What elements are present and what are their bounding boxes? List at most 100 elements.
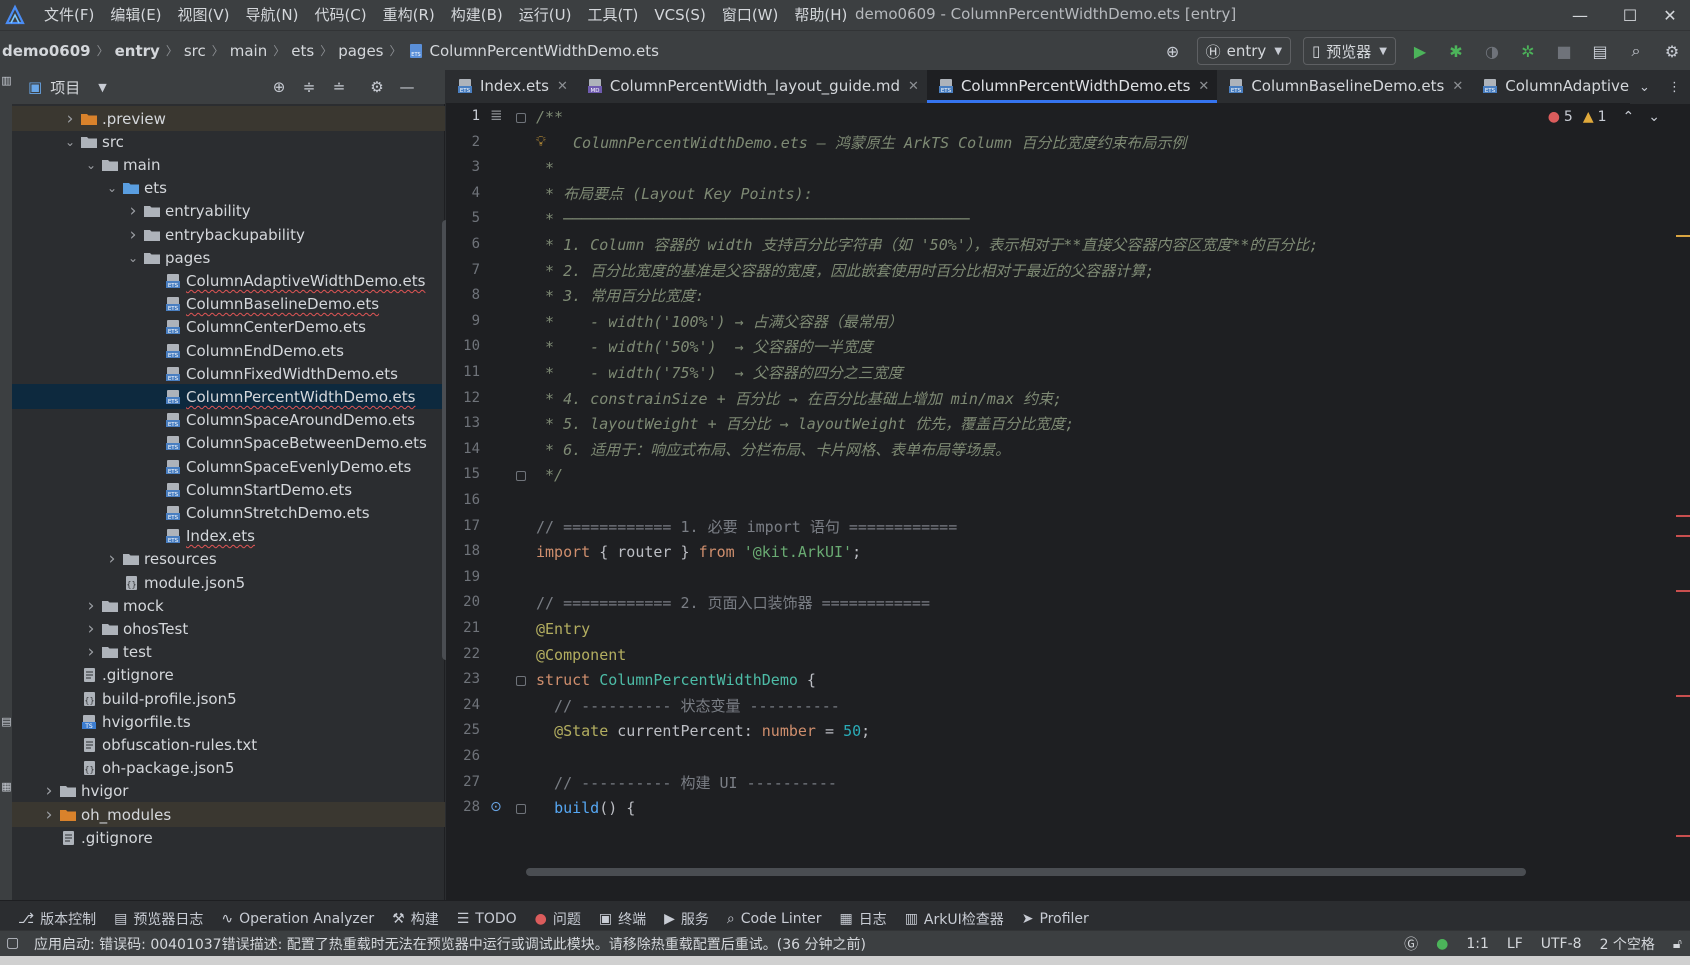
tree-item[interactable]: ETS ColumnSpaceBetweenDemo.ets [12, 431, 445, 456]
editor-horizontal-scrollbar[interactable] [526, 868, 1526, 876]
breadcrumb-ets[interactable]: ets [291, 42, 314, 60]
menu-item[interactable]: 构建(B) [443, 0, 511, 30]
close-tab-icon[interactable]: ✕ [1198, 79, 1209, 94]
tool-window-button[interactable]: ⎇ 版本控制 [18, 909, 96, 929]
tree-item[interactable]: ⌄ ets [12, 176, 445, 201]
run-icon[interactable]: ▶ [1408, 39, 1432, 63]
tree-item[interactable]: {} oh-package.json5 [12, 756, 445, 781]
caret-position[interactable]: 1:1 [1466, 936, 1489, 952]
chevron-right-icon[interactable]: › [83, 596, 99, 616]
debug-icon[interactable]: ✱ [1444, 39, 1468, 63]
editor-tab[interactable]: ETS Index.ets ✕ [446, 70, 576, 103]
menu-item[interactable]: 编辑(E) [102, 0, 169, 30]
tool-window-button[interactable]: ▤ 预览器日志 [114, 909, 203, 929]
tree-item[interactable]: ETS ColumnStretchDemo.ets [12, 500, 445, 525]
tree-item[interactable]: › ohosTest [12, 616, 445, 641]
chevron-down-icon[interactable]: ⌄ [104, 181, 120, 195]
tool-window-button[interactable]: ▦ 日志 [839, 909, 886, 929]
tree-item[interactable]: ⌄ src [12, 129, 445, 154]
device-selector[interactable]: ▯ 预览器 ▼ [1303, 37, 1396, 65]
menu-item[interactable]: 导航(N) [238, 0, 307, 30]
tool-window-button[interactable]: ▥ ArkUI检查器 [905, 909, 1004, 929]
tool-window-button[interactable]: ⚒ 构建 [392, 909, 439, 929]
tree-item[interactable]: TS hvigorfile.ts [12, 709, 445, 734]
breadcrumb-main[interactable]: main [230, 42, 267, 60]
chevron-down-icon[interactable]: ⌄ [125, 251, 141, 265]
tree-item[interactable]: {} build-profile.json5 [12, 686, 445, 711]
tree-item[interactable]: {} module.json5 [12, 570, 445, 595]
expand-all-icon[interactable]: ≑ [298, 76, 320, 98]
tree-item[interactable]: › hvigor [12, 779, 445, 804]
editor-tab[interactable]: ETS ColumnBaselineDemo.ets ✕ [1217, 70, 1471, 103]
tree-item[interactable]: ETS ColumnSpaceAroundDemo.ets [12, 408, 445, 433]
tool-window-button[interactable]: ➤ Profiler [1022, 911, 1089, 927]
menu-item[interactable]: 窗口(W) [714, 0, 787, 30]
ai-assistant-icon[interactable]: Ⓖ [1404, 934, 1418, 954]
close-tab-icon[interactable]: ✕ [1452, 79, 1463, 94]
chevron-down-icon[interactable]: ▼ [98, 81, 106, 94]
chevron-right-icon[interactable]: › [41, 805, 57, 825]
tool-window-button[interactable]: ▶ 服务 [664, 909, 709, 929]
status-message[interactable]: 应用启动: 错误码: 00401037错误描述: 配置了热重载时无法在预览器中运… [34, 934, 866, 954]
attach-debugger-icon[interactable]: ✲ [1516, 39, 1540, 63]
editor-tab[interactable]: ETS ColumnPercentWidthDemo.ets ✕ [926, 70, 1218, 103]
tree-item[interactable]: ETS Index.ets [12, 524, 445, 549]
fold-marker-icon[interactable] [516, 804, 526, 815]
status-panel-icon[interactable]: ▢ [6, 935, 19, 951]
breadcrumb-pages[interactable]: pages [338, 42, 383, 60]
hide-panel-icon[interactable]: — [396, 76, 418, 98]
chevron-right-icon[interactable]: › [83, 619, 99, 639]
tree-item[interactable]: › entrybackupability [12, 222, 445, 247]
chevron-right-icon[interactable]: › [41, 781, 57, 801]
tool-window-button[interactable]: ☰ TODO [457, 911, 517, 927]
collapse-all-icon[interactable]: ≐ [328, 76, 350, 98]
tree-item[interactable]: ETS ColumnAdaptiveWidthDemo.ets [12, 268, 445, 293]
tree-item[interactable]: ETS ColumnPercentWidthDemo.ets [12, 384, 445, 410]
tree-item[interactable]: .gitignore [12, 663, 445, 688]
chevron-right-icon[interactable]: › [125, 201, 141, 221]
line-separator[interactable]: LF [1507, 936, 1523, 952]
locate-icon[interactable]: ⊕ [1161, 39, 1185, 63]
menu-item[interactable]: 工具(T) [579, 0, 646, 30]
fold-marker-icon[interactable] [516, 471, 526, 482]
tree-item[interactable]: .gitignore [12, 825, 445, 850]
editor-vertical-scrollbar[interactable] [1676, 130, 1690, 870]
menu-item[interactable]: 重构(R) [375, 0, 443, 30]
breadcrumb-project[interactable]: demo0609 [2, 42, 91, 60]
file-encoding[interactable]: UTF-8 [1541, 936, 1582, 952]
implements-icon[interactable]: ⊙ [490, 799, 502, 815]
tree-item[interactable]: ETS ColumnBaselineDemo.ets [12, 292, 445, 317]
minimize-button[interactable]: — [1555, 0, 1605, 30]
breadcrumb-file[interactable]: ColumnPercentWidthDemo.ets [430, 42, 659, 60]
editor-tab[interactable]: ETS ColumnAdaptive [1471, 70, 1637, 103]
chevron-down-icon[interactable]: ⌄ [1648, 109, 1660, 125]
chevron-right-icon[interactable]: › [125, 225, 141, 245]
menu-item[interactable]: VCS(S) [646, 0, 713, 30]
chevron-right-icon[interactable]: › [83, 642, 99, 662]
project-panel-title[interactable]: 项目 [50, 77, 80, 98]
menu-item[interactable]: 代码(C) [306, 0, 374, 30]
tool-window-button[interactable]: ∿ Operation Analyzer [221, 911, 374, 927]
tree-item[interactable]: › .preview [12, 106, 445, 131]
close-tab-icon[interactable]: ✕ [908, 79, 919, 94]
lock-icon[interactable]: 🔓︎ [1673, 936, 1682, 952]
editor-tab[interactable]: MD ColumnPercentWidth_layout_guide.md ✕ [576, 70, 927, 103]
menu-item[interactable]: 视图(V) [170, 0, 238, 30]
menu-item[interactable]: 帮助(H) [786, 0, 855, 30]
gear-icon[interactable]: ⚙ [366, 76, 388, 98]
tree-item[interactable]: › test [12, 640, 445, 665]
tree-item[interactable]: ETS ColumnCenterDemo.ets [12, 315, 445, 340]
inspection-widget[interactable]: ● 5 ▲ 1 ⌃ ⌄ [1542, 104, 1660, 130]
locate-icon[interactable]: ⊕ [268, 76, 290, 98]
breadcrumb-src[interactable]: src [184, 42, 206, 60]
tree-item[interactable]: ⌄ main [12, 152, 445, 177]
tree-item[interactable]: › mock [12, 593, 445, 618]
close-button[interactable]: ✕ [1645, 0, 1690, 30]
gear-icon[interactable]: ⚙ [1660, 39, 1684, 63]
tool-window-button[interactable]: ▣ 终端 [599, 909, 646, 929]
tree-item[interactable]: ETS ColumnSpaceEvenlyDemo.ets [12, 454, 445, 479]
breadcrumb-module[interactable]: entry [115, 42, 160, 60]
tool-window-button[interactable]: ⌕ Code Linter [727, 911, 822, 927]
tree-item[interactable]: ETS ColumnStartDemo.ets [12, 477, 445, 502]
close-tab-icon[interactable]: ✕ [557, 79, 568, 94]
